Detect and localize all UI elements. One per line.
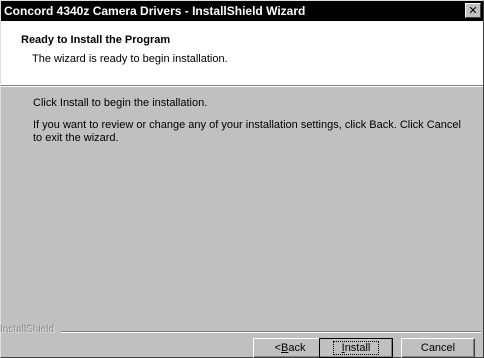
footer-divider bbox=[61, 331, 481, 333]
installshield-brand: InstallShield bbox=[1, 325, 55, 336]
install-button[interactable]: Install bbox=[319, 338, 393, 358]
close-button[interactable]: ✕ bbox=[465, 3, 481, 18]
install-button-focus: Install bbox=[332, 341, 380, 355]
install-button-label: nstall bbox=[344, 342, 371, 354]
header-divider bbox=[1, 85, 483, 87]
back-button-accesskey: B bbox=[280, 342, 289, 354]
installer-window: Concord 4340z Camera Drivers - InstallSh… bbox=[0, 0, 484, 358]
back-button-label: ack bbox=[288, 342, 306, 354]
review-instruction: If you want to review or change any of y… bbox=[33, 119, 461, 144]
wizard-header: Ready to Install the Program The wizard … bbox=[1, 21, 483, 85]
window-title: Concord 4340z Camera Drivers - InstallSh… bbox=[4, 4, 306, 18]
title-bar: Concord 4340z Camera Drivers - InstallSh… bbox=[1, 1, 483, 21]
cancel-button[interactable]: Cancel bbox=[401, 338, 475, 358]
install-instruction: Click Install to begin the installation. bbox=[33, 97, 208, 109]
back-button[interactable]: < Back bbox=[253, 338, 327, 358]
close-icon: ✕ bbox=[468, 4, 478, 17]
header-subtitle: The wizard is ready to begin installatio… bbox=[32, 53, 228, 65]
header-title: Ready to Install the Program bbox=[21, 34, 171, 46]
